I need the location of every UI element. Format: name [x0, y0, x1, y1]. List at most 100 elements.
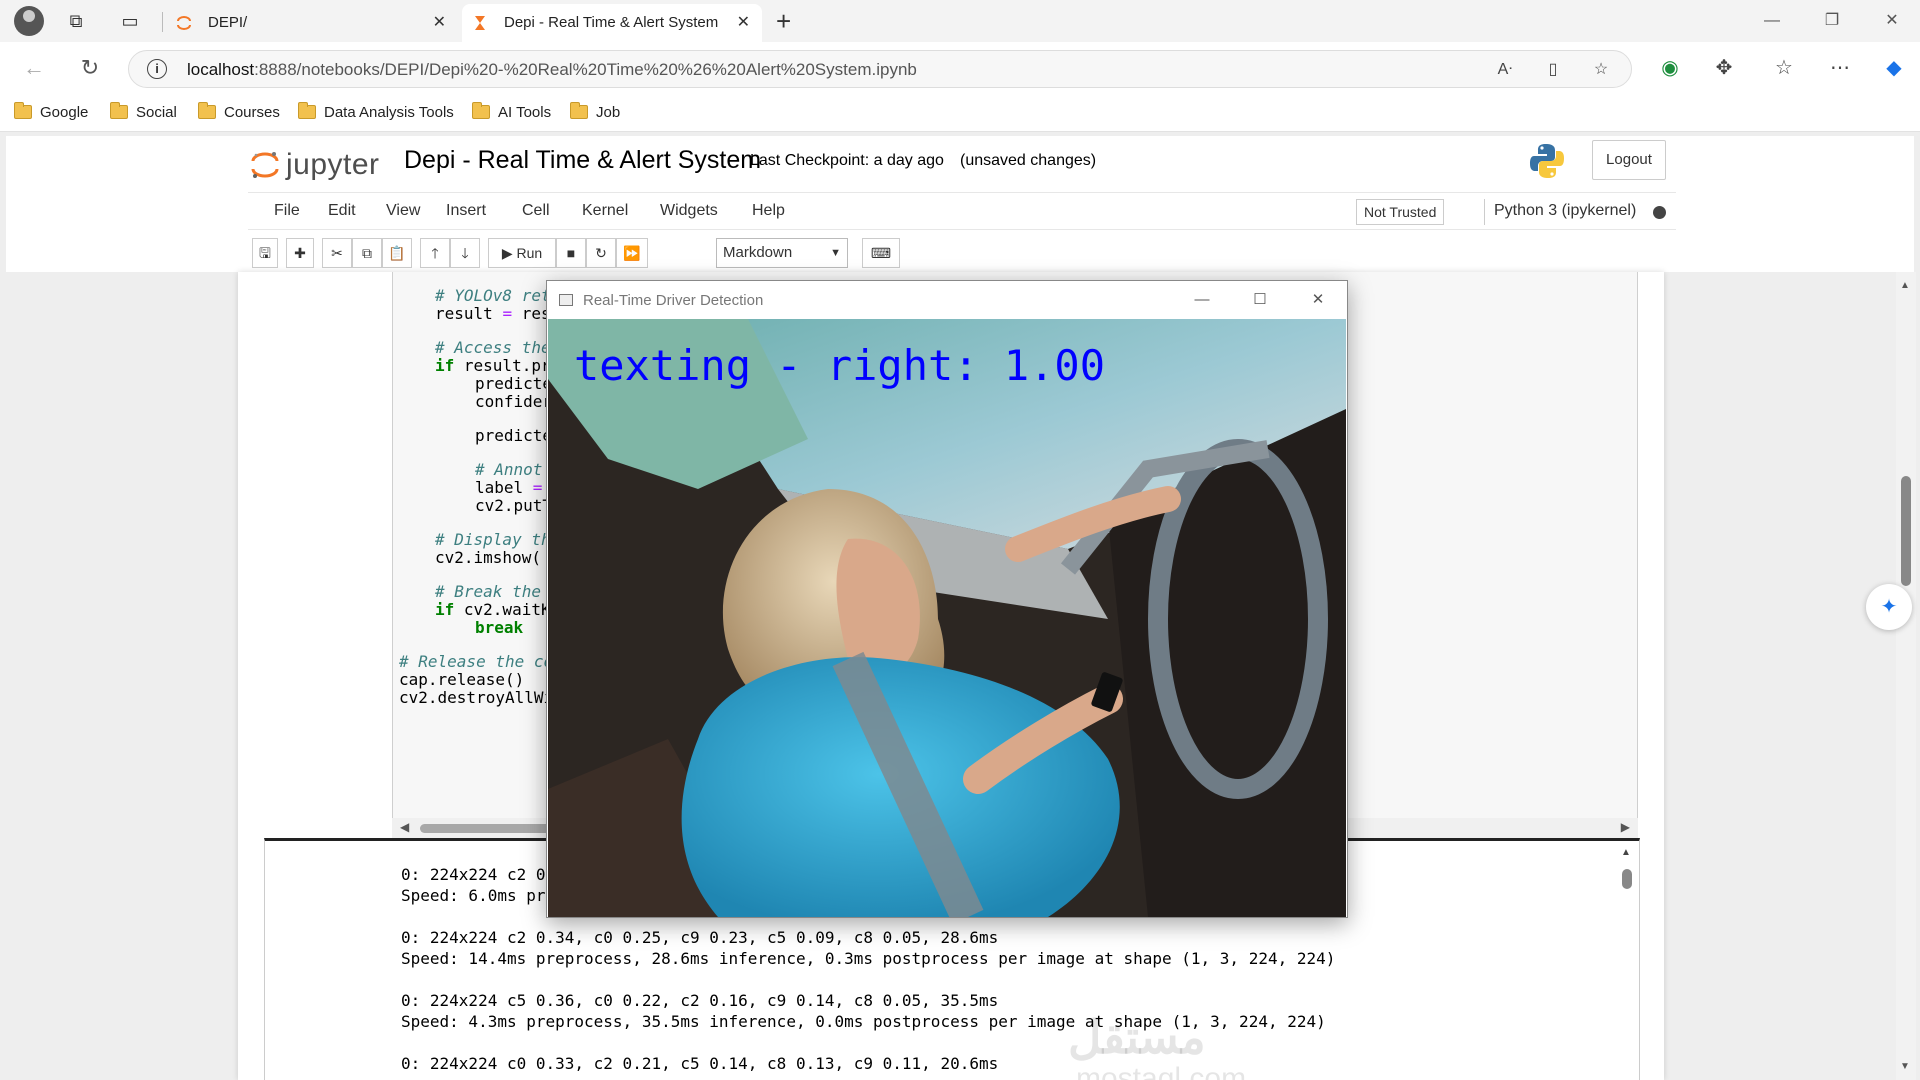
- hourglass-icon: [475, 16, 485, 30]
- bookmark-data-analysis-tools[interactable]: Data Analysis Tools: [298, 102, 454, 121]
- copy-button[interactable]: ⧉: [352, 238, 382, 268]
- tab-separator: [162, 12, 163, 32]
- page-scrollbar[interactable]: ▲ ▼: [1896, 272, 1916, 1080]
- immersive-reader-icon[interactable]: ▯: [1541, 59, 1565, 81]
- cell-type-select[interactable]: Markdown ▼: [716, 238, 848, 268]
- checkpoint-status: Last Checkpoint: a day ago: [750, 152, 944, 169]
- restore-icon[interactable]: ❐: [1802, 0, 1862, 42]
- save-button[interactable]: 🖫: [252, 238, 278, 268]
- restart-run-all-button[interactable]: ⏩: [616, 238, 648, 268]
- opencv-titlebar[interactable]: Real-Time Driver Detection — ☐ ✕: [547, 281, 1347, 319]
- menu-edit[interactable]: Edit: [328, 202, 356, 220]
- floating-assistant-icon[interactable]: ✦: [1866, 584, 1912, 630]
- url-text[interactable]: localhost:8888/notebooks/DEPI/Depi%20-%2…: [187, 60, 917, 80]
- output-scrollbar[interactable]: ▲: [1621, 847, 1633, 1079]
- code-line: cap.release(): [399, 670, 525, 689]
- notebook-toolbar: 🖫 ✚ ✂ ⧉ 📋 🡑 🡓 ▶ Run ■ ↻ ⏩ Markdown ▼ ⌨: [248, 234, 1676, 270]
- output-line: 0: 224x224 c2 0.34, c0 0.25, c9 0.23, c5…: [401, 928, 999, 947]
- move-down-button[interactable]: 🡓: [450, 238, 480, 268]
- cut-button[interactable]: ✂: [322, 238, 352, 268]
- kernel-name[interactable]: Python 3 (ipykernel): [1494, 202, 1636, 220]
- menu-kernel[interactable]: Kernel: [582, 202, 628, 220]
- tab-actions-icon[interactable]: ▭: [118, 9, 142, 33]
- code-line: result = res: [435, 304, 551, 323]
- minimize-icon[interactable]: —: [1742, 0, 1802, 42]
- paste-button[interactable]: 📋: [382, 238, 412, 268]
- code-line: label =: [475, 478, 543, 497]
- trust-status-button[interactable]: Not Trusted: [1356, 199, 1445, 225]
- video-frame: texting - right: 1.00: [548, 319, 1346, 917]
- opencv-window[interactable]: Real-Time Driver Detection — ☐ ✕ texting…: [546, 280, 1348, 918]
- code-line: # Release the co: [399, 652, 554, 671]
- scroll-down-icon[interactable]: ▼: [1900, 1061, 1910, 1072]
- unsaved-indicator: (unsaved changes): [960, 152, 1097, 169]
- read-aloud-icon[interactable]: Aᐧ: [1493, 59, 1517, 81]
- scroll-up-icon[interactable]: ▲: [1621, 847, 1631, 858]
- navigation-bar: ← ↻ i localhost:8888/notebooks/DEPI/Depi…: [0, 42, 1920, 94]
- close-window-icon[interactable]: ✕: [1289, 281, 1347, 319]
- folder-icon: [14, 102, 32, 119]
- detection-label: texting - right: 1.00: [574, 341, 1106, 390]
- command-palette-button[interactable]: ⌨: [862, 238, 900, 268]
- scroll-up-icon[interactable]: ▲: [1900, 280, 1910, 291]
- menu-help[interactable]: Help: [752, 202, 785, 220]
- code-line: # Display th: [435, 530, 551, 549]
- bookmark-social[interactable]: Social: [110, 102, 177, 121]
- favorite-star-icon[interactable]: ☆: [1589, 59, 1613, 81]
- favorites-icon[interactable]: ☆: [1770, 54, 1798, 82]
- jupyter-logo-icon: [251, 152, 279, 178]
- menu-widgets[interactable]: Widgets: [660, 202, 718, 220]
- jupyter-header: jupyter Depi - Real Time & Alert System …: [6, 136, 1914, 272]
- workspaces-icon[interactable]: ⧉: [64, 9, 88, 33]
- tab-depi-folder[interactable]: DEPI/ ✕: [166, 4, 458, 42]
- scroll-left-icon[interactable]: ◀: [400, 820, 409, 834]
- close-window-icon[interactable]: ✕: [1862, 0, 1920, 42]
- grammarly-icon[interactable]: ◉: [1656, 54, 1684, 82]
- scrollbar-thumb[interactable]: [420, 824, 560, 833]
- play-icon: ▶: [501, 245, 513, 261]
- interrupt-button[interactable]: ■: [556, 238, 586, 268]
- more-menu-icon[interactable]: ⋯: [1826, 54, 1854, 82]
- refresh-icon[interactable]: ↻: [76, 54, 104, 82]
- menu-file[interactable]: File: [274, 202, 300, 220]
- bookmark-job[interactable]: Job: [570, 102, 620, 121]
- run-button[interactable]: ▶ Run: [488, 238, 556, 268]
- tab-title: DEPI/: [208, 14, 248, 31]
- scrollbar-thumb[interactable]: [1622, 869, 1632, 889]
- output-line: Speed: 6.0ms pre: [401, 886, 556, 905]
- bookmark-courses[interactable]: Courses: [198, 102, 280, 121]
- site-info-icon[interactable]: i: [147, 59, 167, 79]
- minimize-icon[interactable]: —: [1173, 281, 1231, 319]
- menu-view[interactable]: View: [386, 202, 420, 220]
- scroll-right-icon[interactable]: ▶: [1621, 820, 1630, 834]
- menu-insert[interactable]: Insert: [446, 202, 486, 220]
- tab-notebook[interactable]: Depi - Real Time & Alert System ✕: [462, 4, 762, 42]
- folder-icon: [472, 102, 490, 119]
- code-line: predicte: [475, 426, 553, 445]
- extensions-icon[interactable]: ✥: [1710, 54, 1738, 82]
- maximize-icon[interactable]: ☐: [1231, 281, 1289, 319]
- kernel-status-indicator: [1653, 206, 1666, 219]
- address-bar[interactable]: i localhost:8888/notebooks/DEPI/Depi%20-…: [128, 50, 1632, 88]
- output-line: 0: 224x224 c5 0.36, c0 0.22, c2 0.16, c9…: [401, 991, 999, 1010]
- watermark-latin: mostaql.com: [1076, 1062, 1247, 1080]
- back-arrow-icon[interactable]: ←: [20, 54, 48, 82]
- copilot-icon[interactable]: ◆: [1880, 54, 1908, 82]
- profile-avatar[interactable]: [14, 6, 44, 36]
- menu-cell[interactable]: Cell: [522, 202, 550, 220]
- notebook-title[interactable]: Depi - Real Time & Alert System: [404, 146, 761, 175]
- logout-button[interactable]: Logout: [1592, 140, 1666, 180]
- bookmark-ai-tools[interactable]: AI Tools: [472, 102, 551, 121]
- restart-kernel-button[interactable]: ↻: [586, 238, 616, 268]
- bookmark-google[interactable]: Google: [14, 102, 88, 121]
- close-tab-icon[interactable]: ✕: [737, 4, 750, 42]
- move-up-button[interactable]: 🡑: [420, 238, 450, 268]
- code-line: confider: [475, 392, 553, 411]
- scrollbar-thumb[interactable]: [1901, 476, 1911, 586]
- code-line: break: [475, 618, 524, 637]
- jupyter-wordmark: jupyter: [286, 148, 380, 181]
- new-tab-button[interactable]: +: [776, 6, 791, 36]
- close-tab-icon[interactable]: ✕: [433, 4, 446, 42]
- window-app-icon: [559, 294, 573, 306]
- insert-cell-button[interactable]: ✚: [286, 238, 314, 268]
